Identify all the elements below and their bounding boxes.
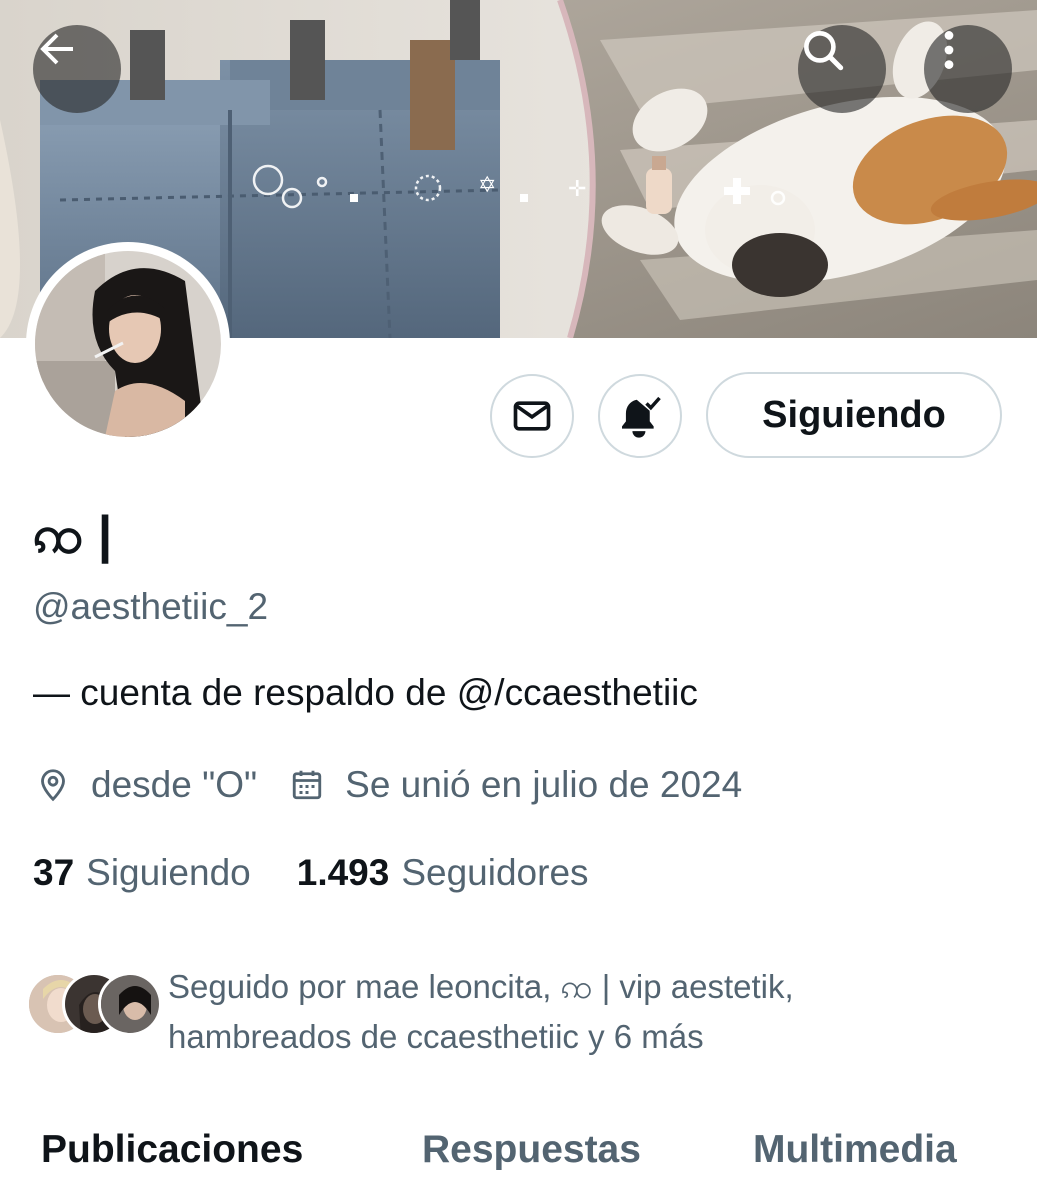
followers-count-link[interactable]: 1.493 Seguidores: [297, 852, 589, 894]
location-pin-icon: [33, 765, 73, 805]
envelope-icon: [513, 401, 551, 431]
back-button[interactable]: [33, 25, 121, 113]
search-icon: [804, 31, 844, 71]
calendar-icon: [287, 765, 327, 805]
bell-check-icon: [622, 396, 661, 438]
following-label: Siguiendo: [86, 852, 251, 893]
followers-label: Seguidores: [401, 852, 589, 893]
followed-by-line-1: Seguido por mae leoncita, ꩡ | vip aestet…: [168, 968, 794, 1005]
followers-count: 1.493: [296, 852, 390, 893]
svg-text:✡: ✡: [478, 173, 496, 198]
more-vertical-icon: [944, 31, 954, 69]
following-count-link[interactable]: 37 Siguiendo: [33, 852, 251, 894]
arrow-left-icon: [40, 33, 73, 65]
display-name: ꩡ |: [33, 506, 113, 564]
following-count: 37: [33, 852, 75, 893]
profile-location: desde "O": [91, 764, 258, 805]
profile-tabs: Publicaciones Respuestas Multimedia: [0, 1122, 1037, 1200]
tab-publicaciones[interactable]: Publicaciones: [41, 1128, 303, 1172]
tab-respuestas[interactable]: Respuestas: [422, 1128, 641, 1172]
follower-avatars: [26, 972, 162, 1042]
svg-text:✛: ✛: [568, 177, 586, 202]
user-handle: @aesthetiic_2: [33, 586, 269, 627]
tab-multimedia[interactable]: Multimedia: [753, 1128, 957, 1172]
profile-stats: 37 Siguiendo 1.493 Seguidores: [33, 852, 589, 894]
message-button[interactable]: [490, 374, 574, 458]
profile-bio: — cuenta de respaldo de @/ccaesthetiic: [33, 672, 698, 713]
notifications-button[interactable]: [598, 374, 682, 458]
profile-meta: desde "O" Se unió en julio de 2024: [33, 760, 742, 810]
followed-by-section[interactable]: Seguido por mae leoncita, ꩡ | vip aestet…: [26, 962, 928, 1062]
avatar: [98, 972, 162, 1036]
following-button[interactable]: Siguiendo: [706, 372, 1002, 458]
followed-by-text: Seguido por mae leoncita, ꩡ | vip aestet…: [168, 962, 928, 1062]
profile-avatar[interactable]: [26, 242, 230, 446]
followed-by-line-2: hambreados de ccaesthetiic y 6 más: [168, 1018, 704, 1055]
profile-join-date: Se unió en julio de 2024: [345, 764, 743, 805]
avatar-photo: [35, 251, 221, 437]
search-button[interactable]: [798, 25, 886, 113]
more-options-button[interactable]: [924, 25, 1012, 113]
